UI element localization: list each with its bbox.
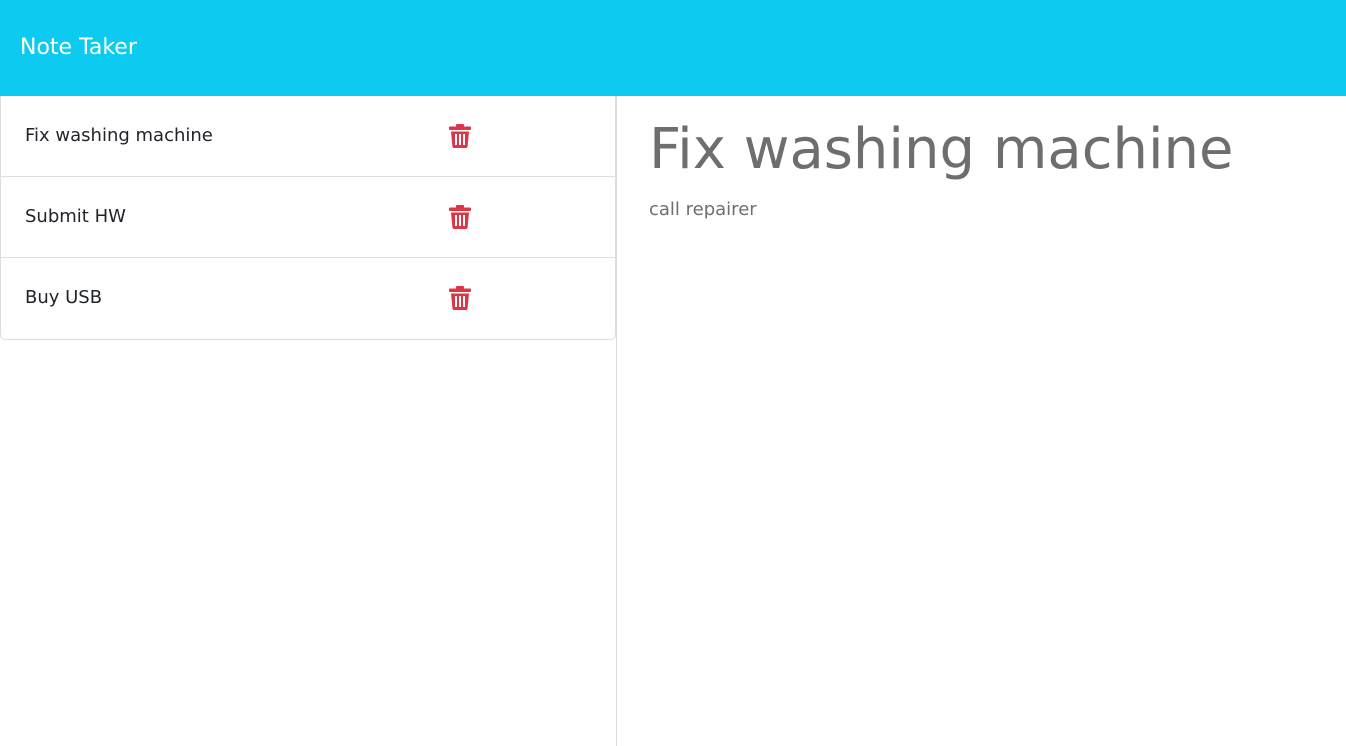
note-text-area[interactable]: call repairer xyxy=(649,197,1329,717)
app-title[interactable]: Note Taker xyxy=(20,33,137,63)
note-list: Fix washing machine Submit HW Buy USB xyxy=(0,96,616,340)
note-title[interactable]: Submit HW xyxy=(25,204,126,230)
note-title-input[interactable] xyxy=(649,116,1329,184)
note-title[interactable]: Buy USB xyxy=(25,285,102,311)
trash-icon[interactable] xyxy=(449,205,471,229)
note-list-item[interactable]: Buy USB xyxy=(1,258,615,339)
notes-sidebar: Fix washing machine Submit HW Buy USB xyxy=(0,96,617,746)
note-list-item[interactable]: Fix washing machine xyxy=(1,96,615,177)
note-title[interactable]: Fix washing machine xyxy=(25,123,213,149)
trash-icon[interactable] xyxy=(449,124,471,148)
trash-icon[interactable] xyxy=(449,286,471,310)
navbar: Note Taker xyxy=(0,0,1346,96)
note-editor: call repairer xyxy=(618,96,1346,746)
note-list-item[interactable]: Submit HW xyxy=(1,177,615,258)
